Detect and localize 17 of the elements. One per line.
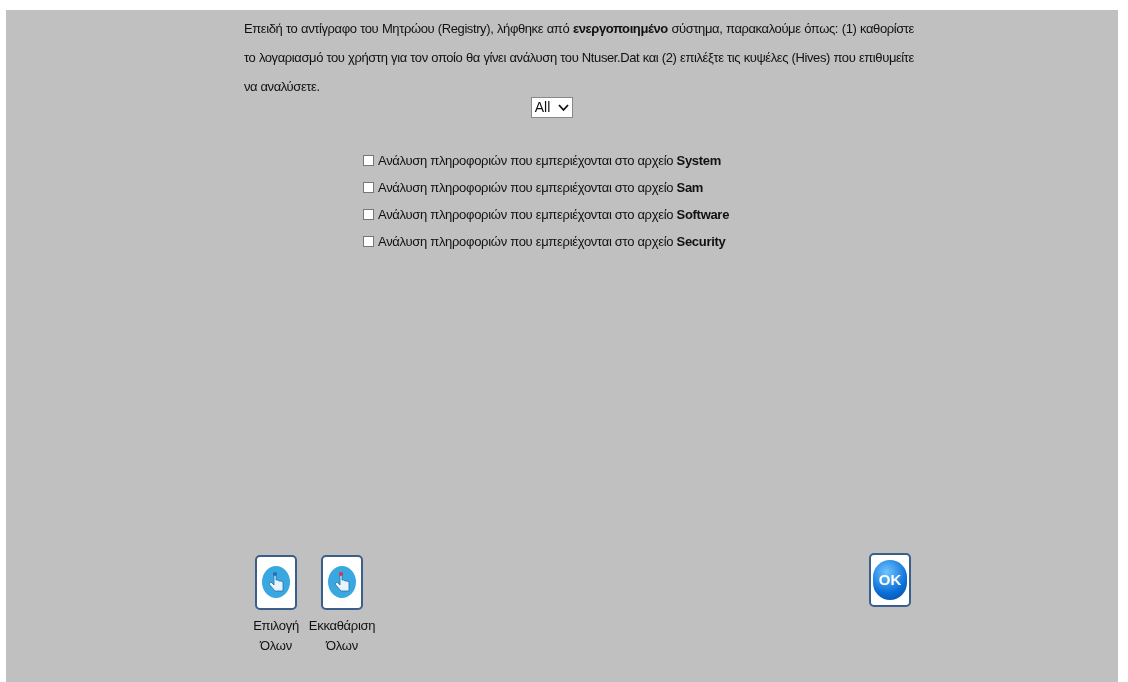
hive-label: Ανάλυση πληροφοριών που εμπεριέχονται στο αρχείο Software (378, 206, 730, 224)
select-all-button[interactable] (255, 555, 297, 610)
hand-icon (261, 564, 291, 601)
intro-text: Επειδή το αντίγραφο του Μητρώου (Registry), λήφθηκε από ενεργοποιημένο σύστημα, παρακαλούμε όπως: (1) καθορίστε το λογαριασμό του χρήστη για τον οποίο θα γίνει ανάλυση του Ntuser.Dat και (2) επιλέξτε τις κυψέλες (Hives) που επιθυμείτε να αναλύσετε. (244, 20, 914, 96)
hive-label: Ανάλυση πληροφοριών που εμπεριέχονται στο αρχείο System (378, 152, 721, 170)
user-select[interactable]: All (530, 97, 574, 118)
action-label: Επιλογή Όλων (253, 617, 299, 655)
action-label: Εκκαθάριση Όλων (308, 617, 376, 655)
hive-checkbox[interactable] (363, 236, 374, 247)
hive-checkbox[interactable] (363, 155, 374, 166)
hive-checkbox[interactable] (363, 182, 374, 193)
hive-checkbox[interactable] (363, 209, 374, 220)
clear-all-button[interactable] (321, 555, 363, 610)
hive-label: Ανάλυση πληροφοριών που εμπεριέχονται στο αρχείο Sam (378, 179, 704, 197)
hand-icon (327, 564, 357, 601)
hive-label: Ανάλυση πληροφοριών που εμπεριέχονται στο αρχείο Security (378, 233, 726, 251)
chevron-icon (558, 103, 570, 112)
